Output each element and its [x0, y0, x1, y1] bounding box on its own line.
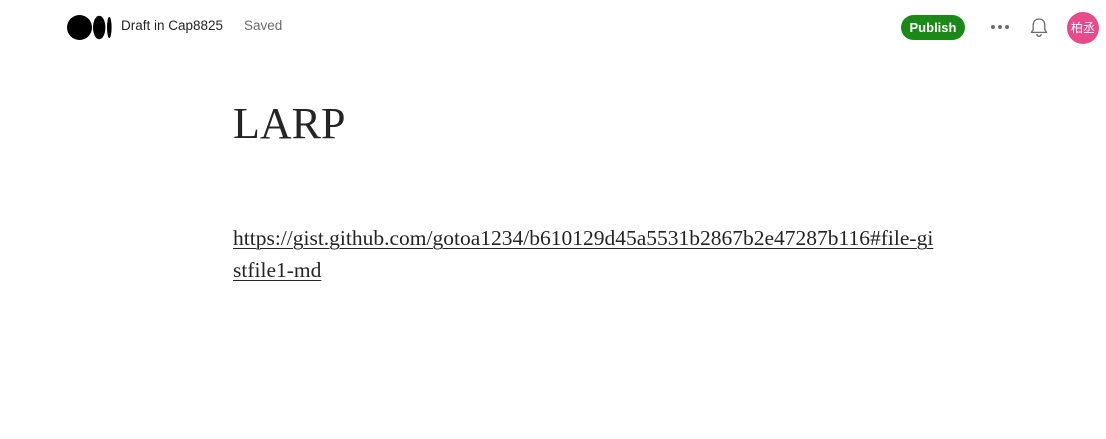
- more-horizontal-icon[interactable]: [988, 16, 1012, 38]
- save-status-text: Saved: [244, 18, 283, 33]
- top-bar: Draft in Cap8825 Saved Publish 柏丞: [0, 0, 1106, 54]
- draft-publication-label: Draft in Cap8825: [121, 18, 224, 33]
- publish-button[interactable]: Publish: [901, 15, 965, 40]
- gist-link[interactable]: https://gist.github.com/gotoa1234/b61012…: [233, 226, 933, 282]
- story-editor[interactable]: LARP https://gist.github.com/gotoa1234/b…: [233, 96, 943, 286]
- medium-logo-icon[interactable]: [67, 15, 112, 40]
- story-title[interactable]: LARP: [233, 96, 943, 152]
- bell-icon[interactable]: [1028, 15, 1050, 39]
- story-body[interactable]: https://gist.github.com/gotoa1234/b61012…: [233, 222, 938, 286]
- avatar[interactable]: 柏丞: [1067, 12, 1099, 44]
